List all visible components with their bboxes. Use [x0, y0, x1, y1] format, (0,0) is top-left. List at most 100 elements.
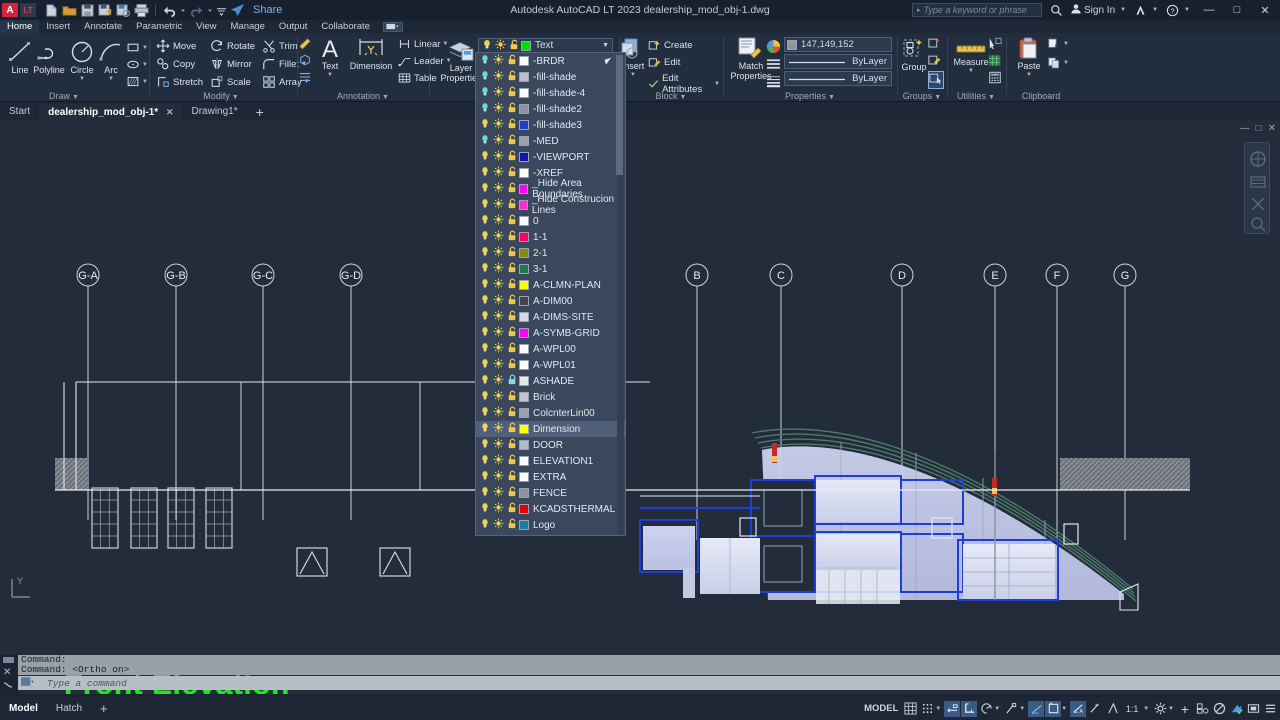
copy-clip-button[interactable]: ▼ — [1048, 57, 1071, 69]
sun-icon[interactable] — [493, 390, 504, 404]
sun-icon[interactable] — [493, 342, 504, 356]
lightbulb-icon[interactable] — [480, 166, 490, 180]
save-as-icon[interactable] — [98, 3, 113, 18]
ungroup-icon[interactable] — [928, 37, 942, 53]
layer-list-item[interactable]: -fill-shade3 — [476, 117, 625, 133]
lineweight-display-icon[interactable] — [1087, 701, 1103, 717]
unlock-icon[interactable] — [507, 310, 517, 324]
object-color-selector[interactable]: 147,149,152 — [784, 37, 892, 52]
ortho-mode-icon[interactable] — [961, 701, 977, 717]
circle-dropdown-icon[interactable]: ▼ — [79, 76, 85, 82]
lightbulb-icon[interactable] — [480, 326, 490, 340]
layer-color-swatch[interactable] — [519, 280, 529, 290]
lightbulb-icon[interactable] — [480, 358, 490, 372]
layer-color-swatch[interactable] — [519, 408, 529, 418]
unlock-icon[interactable] — [507, 406, 517, 420]
doc-tab-close-icon[interactable]: ✕ — [166, 107, 174, 117]
search-input[interactable]: Type a keyword or phrase — [912, 3, 1042, 17]
lightbulb-icon[interactable] — [480, 310, 490, 324]
layer-list-item[interactable]: ASHADE — [476, 373, 625, 389]
customization-menu-icon[interactable] — [1262, 701, 1278, 717]
arc-button[interactable]: Arc ▼ — [98, 39, 124, 82]
panel-title-groups[interactable]: Groups▼ — [898, 91, 946, 101]
sun-icon[interactable] — [493, 134, 504, 148]
layer-color-swatch[interactable] — [519, 232, 529, 242]
lightbulb-icon[interactable] — [480, 70, 490, 84]
sun-icon[interactable] — [493, 294, 504, 308]
sun-icon[interactable] — [493, 118, 504, 132]
model-space-button[interactable]: MODEL — [861, 701, 901, 717]
sun-icon[interactable] — [493, 214, 504, 228]
lightbulb-icon[interactable] — [480, 230, 490, 244]
layer-color-swatch[interactable] — [519, 392, 529, 402]
rotate-button[interactable]: Rotate — [210, 39, 255, 53]
layer-color-swatch[interactable] — [519, 440, 529, 450]
polar-tracking-icon[interactable] — [978, 701, 994, 717]
lineweight-selector[interactable]: ByLayer — [784, 71, 892, 86]
unlock-icon[interactable] — [507, 278, 517, 292]
table-button[interactable]: Table — [398, 72, 437, 84]
sun-icon[interactable] — [493, 486, 504, 500]
unlock-icon[interactable] — [507, 454, 517, 468]
layer-list-item[interactable]: A-CLMN-PLAN — [476, 277, 625, 293]
unlock-icon[interactable] — [507, 502, 517, 516]
unlock-icon[interactable] — [507, 342, 517, 356]
sun-icon[interactable] — [493, 358, 504, 372]
annotation-scale-small-icon[interactable] — [298, 54, 312, 66]
move-button[interactable]: Move — [156, 39, 196, 53]
layer-list-item[interactable]: -fill-shade2 — [476, 101, 625, 117]
lightbulb-icon[interactable] — [480, 102, 490, 116]
sun-icon[interactable] — [493, 198, 504, 212]
layer-list-item[interactable]: A-DIM00 — [476, 293, 625, 309]
plot-preview-icon[interactable] — [116, 3, 131, 18]
workspace-dropdown-icon[interactable]: ▼ — [1168, 706, 1174, 712]
help-dropdown-icon[interactable]: ▼ — [1184, 7, 1190, 13]
unlock-icon[interactable] — [507, 390, 517, 404]
lightbulb-icon[interactable] — [480, 454, 490, 468]
layer-list-item[interactable]: 1-1 — [476, 229, 625, 245]
doc-tab-dealership[interactable]: dealership_mod_obj-1* ✕ — [39, 104, 182, 120]
unlock-icon[interactable] — [507, 70, 517, 84]
polar-dropdown-icon[interactable]: ▼ — [994, 706, 1000, 712]
sun-icon[interactable] — [493, 278, 504, 292]
lightbulb-icon[interactable] — [482, 39, 492, 53]
command-line-grip[interactable]: ✕ — [0, 655, 18, 694]
lightbulb-icon[interactable] — [480, 502, 490, 516]
layer-list-item[interactable]: Dimension — [476, 421, 625, 437]
transparency-icon[interactable] — [1104, 701, 1120, 717]
unlock-icon[interactable] — [507, 182, 517, 196]
group-button[interactable]: Group — [900, 38, 928, 72]
panel-title-block[interactable]: Block▼ — [620, 91, 722, 101]
restore-button[interactable]: □ — [1226, 1, 1248, 20]
layer-color-swatch[interactable] — [519, 472, 529, 482]
ribbon-tab-home[interactable]: Home — [0, 20, 39, 33]
lineweight-icon[interactable] — [766, 74, 781, 91]
unlock-icon[interactable] — [507, 262, 517, 276]
layer-color-swatch[interactable] — [519, 504, 529, 514]
edit-block-button[interactable]: Edit — [648, 56, 680, 68]
layer-dropdown-list[interactable]: -BRDR-fill-shade-fill-shade-4-fill-shade… — [475, 52, 626, 536]
layer-list-item[interactable]: 2-1 — [476, 245, 625, 261]
doc-tab-drawing1[interactable]: Drawing1* — [182, 104, 246, 120]
ribbon-tab-view[interactable]: View — [189, 20, 223, 33]
layer-list-item[interactable]: A-WPL00 — [476, 341, 625, 357]
measure-button[interactable]: Measure ▼ — [952, 41, 990, 74]
object-snap-icon[interactable] — [1003, 701, 1019, 717]
unlock-icon[interactable] — [507, 358, 517, 372]
layout-tab-hatch[interactable]: Hatch — [47, 697, 91, 720]
ribbon-minimize-icon[interactable] — [383, 22, 403, 32]
ribbon-tab-manage[interactable]: Manage — [224, 20, 272, 33]
lightbulb-icon[interactable] — [480, 214, 490, 228]
layer-list-item[interactable]: A-DIMS-SITE — [476, 309, 625, 325]
dynamic-input-icon[interactable]: A — [1070, 701, 1086, 717]
polyline-button[interactable]: Polyline — [30, 39, 68, 75]
sun-icon[interactable] — [493, 246, 504, 260]
new-tab-button[interactable]: + — [247, 104, 273, 120]
sun-icon[interactable] — [493, 374, 504, 388]
hatch-button[interactable]: ▼ — [126, 75, 150, 88]
lightbulb-icon[interactable] — [480, 118, 490, 132]
lightbulb-icon[interactable] — [480, 134, 490, 148]
mirror-button[interactable]: Mirror — [210, 57, 252, 71]
lightbulb-icon[interactable] — [480, 246, 490, 260]
sun-icon[interactable] — [493, 102, 504, 116]
